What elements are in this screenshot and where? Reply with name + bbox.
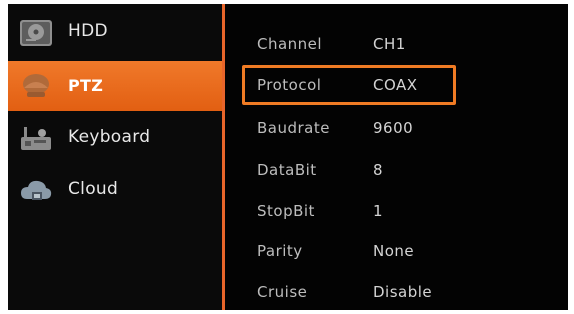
channel-label: Channel	[257, 35, 323, 53]
sidebar-item-label: PTZ	[68, 76, 104, 95]
cruise-label: Cruise	[257, 283, 308, 301]
sidebar-item-ptz[interactable]: PTZ	[8, 61, 222, 111]
sidebar-item-cloud[interactable]: Cloud	[8, 166, 222, 216]
sidebar-item-keyboard[interactable]: Keyboard	[8, 114, 222, 164]
sidebar-item-label: HDD	[68, 21, 108, 41]
keyboard-icon	[21, 127, 51, 150]
sidebar-item-hdd[interactable]: HDD	[8, 8, 222, 58]
cloud-icon	[21, 180, 52, 200]
hdd-icon	[20, 20, 52, 46]
protocol-label: Protocol	[257, 76, 322, 94]
ptz-camera-icon	[23, 74, 49, 97]
sidebar-item-label: Keyboard	[68, 127, 151, 147]
baudrate-value[interactable]: 9600	[373, 119, 413, 137]
dvr-screen: HDD PTZ Keyboard Cloud Channel CH1 Proto…	[8, 4, 568, 310]
sidebar-item-label: Cloud	[68, 179, 119, 199]
databit-label: DataBit	[257, 161, 317, 179]
parity-value[interactable]: None	[373, 242, 414, 260]
panel-divider	[222, 4, 225, 310]
stopbit-value[interactable]: 1	[373, 202, 383, 220]
protocol-value[interactable]: COAX	[373, 76, 418, 94]
cruise-value[interactable]: Disable	[373, 283, 432, 301]
stopbit-label: StopBit	[257, 202, 315, 220]
channel-value[interactable]: CH1	[373, 35, 406, 53]
baudrate-label: Baudrate	[257, 119, 330, 137]
databit-value[interactable]: 8	[373, 161, 383, 179]
parity-label: Parity	[257, 242, 303, 260]
sidebar: HDD PTZ Keyboard Cloud	[8, 4, 222, 310]
